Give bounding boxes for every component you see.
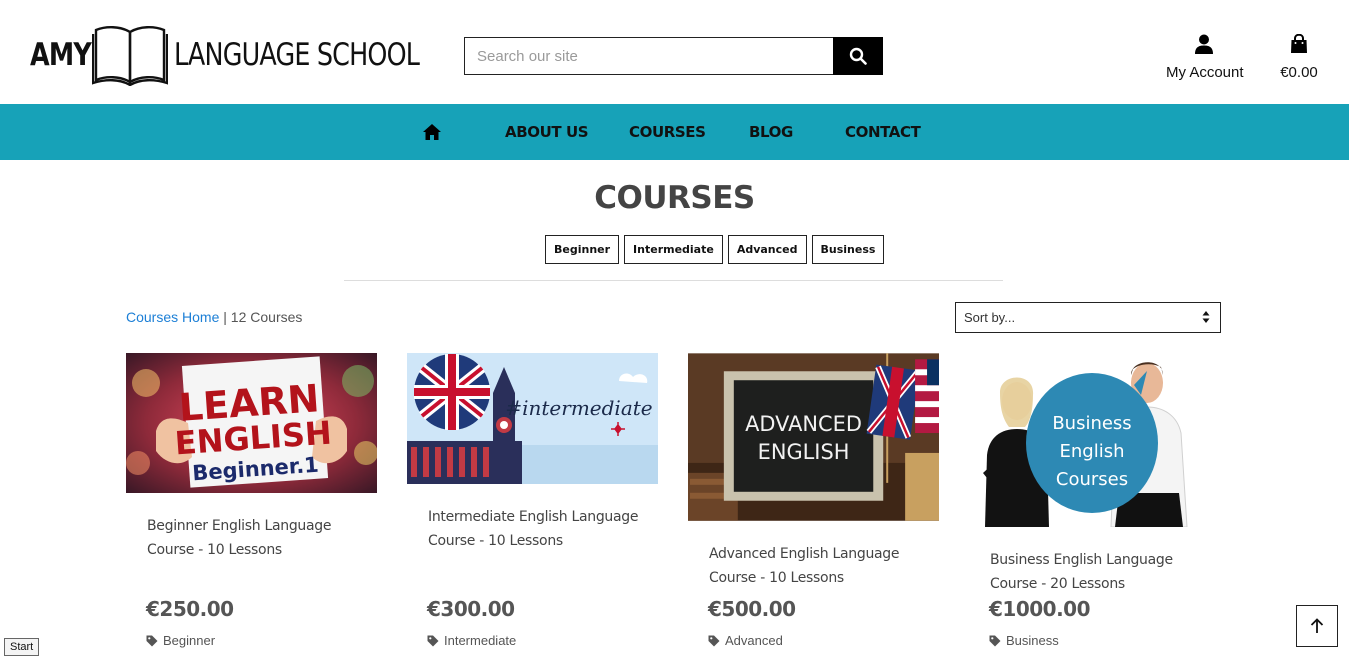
page-title: COURSES — [594, 180, 755, 216]
my-account-label: My Account — [1166, 64, 1244, 81]
open-book-icon — [92, 26, 168, 86]
course-title[interactable]: Business English Language Course - 20 Le… — [990, 548, 1210, 596]
arrow-up-icon — [1310, 618, 1324, 633]
nav-home[interactable] — [422, 104, 444, 160]
filter-intermediate-button[interactable]: Intermediate — [624, 235, 723, 264]
filter-business-button[interactable]: Business — [811, 235, 885, 264]
main-nav: ABOUT US COURSES BLOG CONTACT — [0, 104, 1349, 160]
search-button[interactable] — [833, 37, 883, 75]
course-card-intermediate[interactable]: #intermediate Intermediate English Langu… — [407, 353, 658, 648]
course-price: €1000.00 — [989, 597, 1091, 621]
back-to-top-button[interactable] — [1296, 605, 1338, 647]
shopping-bag-icon — [1291, 33, 1307, 53]
course-price: €250.00 — [146, 597, 234, 621]
course-card-business[interactable]: Business English Courses Business Englis… — [969, 353, 1220, 648]
site-header: AMY LANGUAGE SCHOOL My Account — [0, 0, 1349, 104]
course-price: €500.00 — [708, 597, 796, 621]
image-text-courses: Courses — [1056, 469, 1128, 490]
filter-advanced-button[interactable]: Advanced — [727, 235, 807, 264]
nav-blog[interactable]: BLOG — [749, 104, 793, 160]
my-account-link[interactable]: My Account — [1166, 34, 1244, 81]
divider — [344, 280, 1003, 281]
tag-icon — [708, 635, 720, 646]
course-category-label: Beginner — [163, 633, 216, 648]
cart-total: €0.00 — [1280, 64, 1318, 81]
image-text-intermediate: #intermediate — [505, 396, 652, 420]
home-icon — [423, 124, 441, 140]
tag-icon — [427, 635, 439, 646]
nav-courses[interactable]: COURSES — [629, 104, 706, 160]
course-image-beginner[interactable]: LEARN ENGLISH Beginner.1 — [126, 353, 377, 493]
course-title[interactable]: Beginner English Language Course - 10 Le… — [147, 514, 367, 562]
course-title[interactable]: Advanced English Language Course - 10 Le… — [709, 542, 929, 590]
course-category-label: Intermediate — [444, 633, 517, 648]
search-icon — [849, 47, 867, 65]
site-search — [464, 37, 883, 75]
course-image-intermediate[interactable]: #intermediate — [407, 353, 658, 484]
cart-link[interactable]: €0.00 — [1274, 33, 1324, 81]
course-image-advanced[interactable]: ADVANCED ENGLISH — [688, 353, 939, 521]
course-category-label: Advanced — [725, 633, 783, 648]
image-text-business: Business — [1052, 413, 1131, 434]
breadcrumb: Courses Home | 12 Courses — [126, 309, 302, 325]
course-title[interactable]: Intermediate English Language Course - 1… — [428, 505, 648, 553]
filter-beginner-button[interactable]: Beginner — [545, 235, 620, 264]
nav-contact[interactable]: CONTACT — [845, 104, 921, 160]
sort-select[interactable]: Sort by... — [955, 302, 1221, 333]
course-category[interactable]: Intermediate — [427, 633, 516, 648]
course-category[interactable]: Beginner — [146, 633, 215, 648]
course-count: 12 Courses — [230, 309, 303, 325]
start-label: Start — [4, 638, 40, 656]
logo[interactable]: AMY LANGUAGE SCHOOL — [30, 24, 420, 86]
image-text-english-advanced: ENGLISH — [758, 440, 850, 464]
sort-selected-value: Sort by... — [964, 310, 1016, 325]
breadcrumb-separator: | — [223, 309, 227, 325]
course-category[interactable]: Business — [989, 633, 1059, 648]
course-card-advanced[interactable]: ADVANCED ENGLISH Advanced English Langua… — [688, 353, 939, 648]
user-icon — [1195, 34, 1213, 54]
course-category-label: Business — [1006, 633, 1059, 648]
image-text-advanced: ADVANCED — [745, 412, 862, 436]
search-input[interactable] — [464, 37, 833, 75]
courses-home-link[interactable]: Courses Home — [126, 309, 219, 325]
union-jack-circle — [414, 354, 490, 430]
sort-arrows-icon — [1202, 311, 1210, 323]
tag-icon — [989, 635, 1001, 646]
course-card-beginner[interactable]: LEARN ENGLISH Beginner.1 Beginner Englis… — [126, 353, 377, 648]
course-price: €300.00 — [427, 597, 515, 621]
tag-icon — [146, 635, 158, 646]
logo-word-school: LANGUAGE SCHOOL — [174, 37, 420, 73]
course-image-business[interactable]: Business English Courses — [969, 353, 1220, 527]
course-category[interactable]: Advanced — [708, 633, 783, 648]
image-text-english-business: English — [1060, 441, 1125, 462]
logo-word-amy: AMY — [30, 37, 92, 73]
category-filters: Beginner Intermediate Advanced Business — [545, 235, 885, 264]
nav-about-us[interactable]: ABOUT US — [505, 104, 589, 160]
